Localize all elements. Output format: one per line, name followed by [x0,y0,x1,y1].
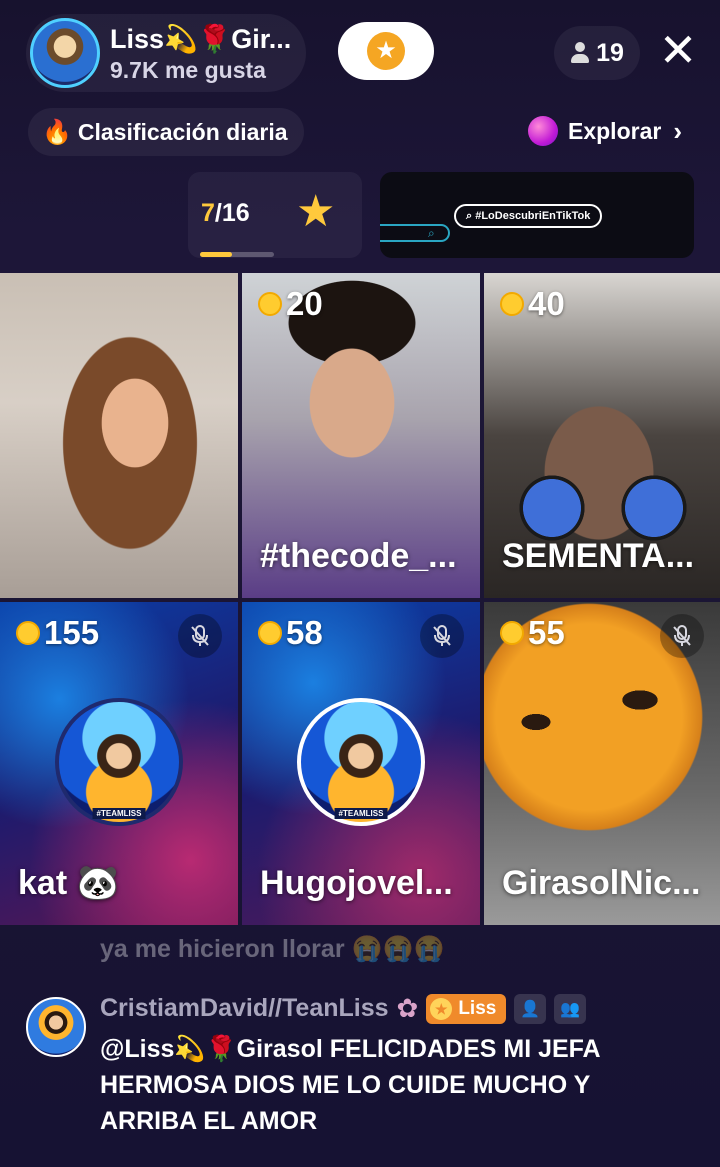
explore-button[interactable]: Explorar › [528,106,720,156]
search-icon: ⌕ [428,226,435,240]
muted-mic-icon [178,614,222,658]
guest-avatar-5 [297,698,425,826]
flower-icon: ✿ [396,993,419,1023]
guest-avatar-caption-5: #TEAMLISS [334,808,388,819]
guest-coins-value-2: 20 [286,285,323,322]
guest-tile-2[interactable]: 20 #thecode_... [242,273,480,598]
promo-search-graphic [380,224,450,242]
chat-message-header: CristiamDavid//TeanLiss ✿ ★ Liss 👤 👥 [100,993,587,1024]
guest-tile-3[interactable]: 40 SEMENTA... [484,273,720,598]
guest-tile-4[interactable]: 155 #TEAMLISS kat 🐼 [0,602,238,925]
muted-mic-icon [420,614,464,658]
goal-current: 7 [201,199,215,227]
goal-total: /16 [214,199,250,227]
chat-username[interactable]: CristiamDavid//TeanLiss [100,994,389,1023]
guest-coins-4: 155 [16,614,99,652]
explore-orb-icon [528,116,558,146]
person-icon [570,42,590,64]
coin-icon [258,621,282,645]
guest-coins-value-6: 55 [528,614,565,651]
guest-grid: 20 #thecode_... 40 SEMENTA... 155 #TEAML… [0,273,720,925]
guest-tile-5[interactable]: 58 #TEAMLISS Hugojovel... [242,602,480,925]
star-icon: ★ [367,32,405,70]
guest-name-6: GirasolNic... [502,864,701,902]
subscriber-icon: 👥 [554,993,587,1024]
guest-coins-5: 58 [258,614,323,652]
explore-label: Explorar [568,117,662,144]
coin-icon [16,621,40,645]
goal-progress-widget[interactable]: 7/16 ★ [188,172,362,258]
guest-name-4: kat 🐼 [18,864,119,902]
host-name: Liss💫🌹Gir... [110,23,292,54]
guest-coins-value-3: 40 [528,285,565,322]
guest-avatar-caption-4: #TEAMLISS [92,808,146,819]
promo-hashtag: ⌕ #LoDescubriEnTikTok [454,204,603,228]
promo-hashtag-search-icon: ⌕ [466,210,476,222]
fan-club-badge: ★ Liss [426,993,507,1024]
ranking-label: Clasificación diaria [77,118,288,145]
guest-coins-2: 20 [258,285,323,323]
goal-progress-fill [200,252,233,257]
daily-ranking-button[interactable]: 🔥 Clasificación diaria [28,108,304,156]
guest-coins-value-4: 155 [44,614,100,651]
muted-mic-icon [660,614,704,658]
host-likes: 9.7K me gusta [110,56,266,83]
viewer-count-label: 19 [596,38,624,67]
guest-coins-3: 40 [500,285,565,323]
guest-name-5: Hugojovel... [260,864,453,902]
fan-badge-star-icon: ★ [430,997,453,1020]
guest-video-1 [0,273,238,598]
host-profile[interactable]: Liss💫🌹Gir... 9.7K me gusta [26,14,306,92]
guest-tile-1[interactable] [0,273,238,598]
flame-icon: 🔥 [42,118,72,146]
follow-star-button[interactable]: ★ [338,22,434,80]
guest-coins-value-5: 58 [286,614,323,651]
goal-star-icon: ★ [296,187,336,236]
chat-user-avatar[interactable] [26,997,86,1057]
chat-message-text: @Liss💫🌹Girasol FELICIDADES MI JEFA HERMO… [100,1035,600,1135]
guest-name-3: SEMENTA... [502,537,695,575]
viewer-count[interactable]: 19 [554,26,640,80]
coin-icon [258,292,282,316]
coin-icon [500,292,524,316]
close-button[interactable]: ✕ [656,27,700,74]
goal-progress-bar [200,252,274,257]
goal-progress-text: 7/16 [201,199,250,228]
chat-faded-message: ya me hicieron llorar 😭😭😭 [100,935,445,963]
guest-tile-6[interactable]: 55 GirasolNic... [484,602,720,925]
promo-banner[interactable]: ⌕ ⌕ #LoDescubriEnTikTok [380,172,694,258]
chat-feed[interactable]: ya me hicieron llorar 😭😭😭 CristiamDavid/… [0,925,720,1167]
promo-hashtag-label: #LoDescubriEnTikTok [475,210,591,222]
guest-coins-6: 55 [500,614,565,652]
guest-name-2: #thecode_... [260,537,457,575]
fan-badge-label: Liss [458,997,497,1019]
guest-avatar-4 [55,698,183,826]
host-avatar[interactable] [30,18,100,88]
moderator-icon: 👤 [514,993,547,1024]
coin-icon [500,621,524,645]
chevron-right-icon: › [673,115,682,146]
